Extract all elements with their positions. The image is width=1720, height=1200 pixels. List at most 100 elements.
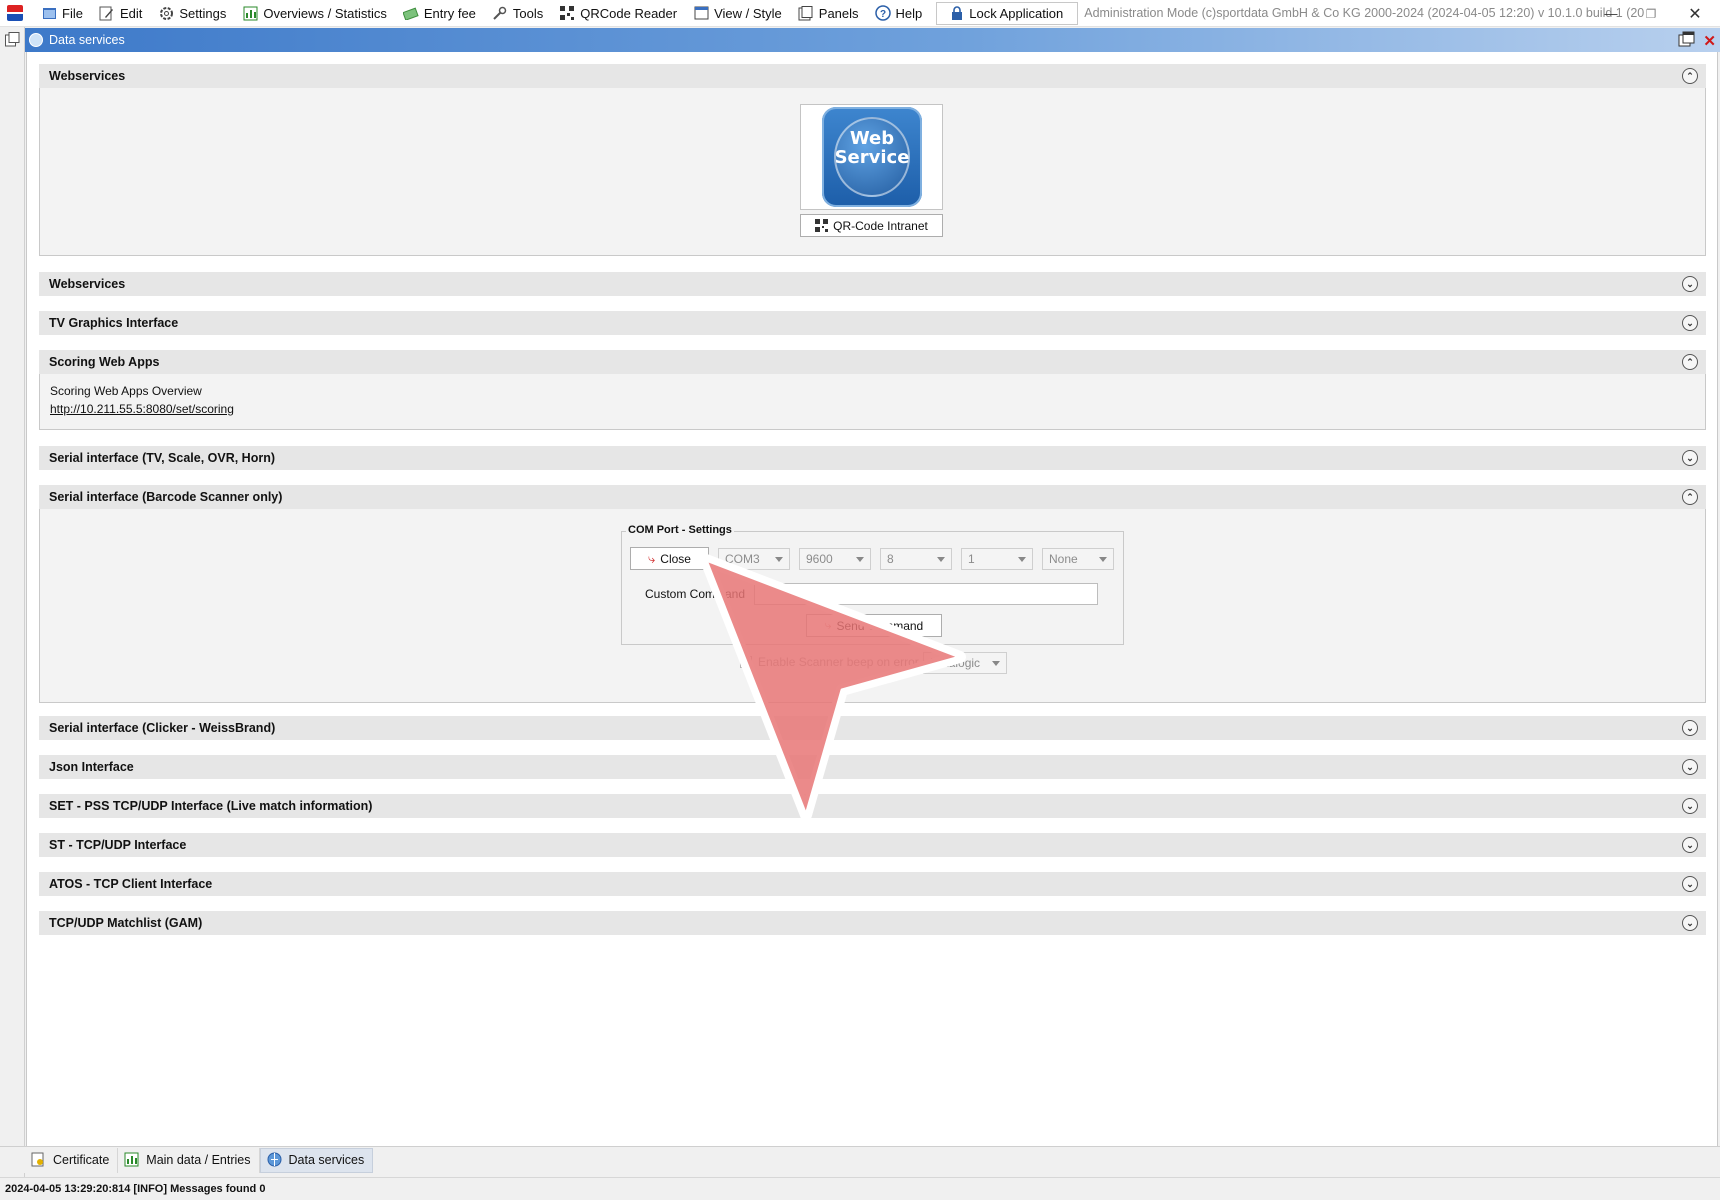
scanner-beep-label: Enable Scanner beep on error <box>758 655 919 669</box>
close-inner-icon[interactable]: ✕ <box>1703 32 1716 50</box>
chevron-down-icon <box>992 661 1000 666</box>
section-title: TV Graphics Interface <box>49 316 179 330</box>
custom-command-input[interactable] <box>754 583 1098 605</box>
statistics-icon <box>242 5 258 21</box>
qrcode-icon <box>559 5 575 21</box>
restore-icon: ❐ <box>1645 6 1657 21</box>
status-text: 2024-04-05 13:29:20:814 [INFO] Messages … <box>5 1183 266 1195</box>
chevron-down-icon <box>1018 557 1026 562</box>
web-service-logo-text: Web Service <box>822 129 922 167</box>
restore-inner-icon[interactable] <box>1678 31 1695 50</box>
data-services-panel: Webservices ⌃ Web Service QR-Code Intran… <box>26 52 1718 1146</box>
section-header[interactable]: SET - PSS TCP/UDP Interface (Live match … <box>39 794 1706 818</box>
section-json-interface: Json Interface ⌄ <box>39 755 1706 779</box>
chevron-down-icon <box>1099 557 1107 562</box>
data-bits-select[interactable]: 8 <box>880 548 952 570</box>
menu-file-label: File <box>62 5 83 21</box>
expand-icon[interactable]: ⌄ <box>1682 759 1698 775</box>
com-port-select[interactable]: COM3 <box>718 548 790 570</box>
collapse-icon[interactable]: ⌃ <box>1682 354 1698 370</box>
section-serial-clicker: Serial interface (Clicker - WeissBrand) … <box>39 716 1706 740</box>
section-set-pss: SET - PSS TCP/UDP Interface (Live match … <box>39 794 1706 818</box>
section-header[interactable]: Webservices ⌄ <box>39 272 1706 296</box>
section-scoring-web-apps: Scoring Web Apps ⌃ Scoring Web Apps Over… <box>39 350 1706 430</box>
view-icon <box>693 5 709 21</box>
menu-panels[interactable]: Panels <box>790 0 867 27</box>
data-services-icon <box>267 1152 283 1168</box>
plug-icon: ⤷ <box>824 618 832 632</box>
stop-bits-select[interactable]: 1 <box>961 548 1033 570</box>
file-icon <box>41 5 57 21</box>
tab-data-services[interactable]: Data services <box>259 1147 374 1173</box>
restore-button[interactable]: ❐ <box>1628 0 1674 27</box>
section-header[interactable]: TV Graphics Interface ⌄ <box>39 311 1706 335</box>
section-header[interactable]: Webservices ⌃ <box>39 64 1706 88</box>
section-header[interactable]: Json Interface ⌄ <box>39 755 1706 779</box>
menu-settings-label: Settings <box>179 5 227 21</box>
baud-rate-value: 9600 <box>806 552 833 566</box>
help-icon: ? <box>874 5 891 21</box>
section-header[interactable]: ST - TCP/UDP Interface ⌄ <box>39 833 1706 857</box>
section-title: Serial interface (Barcode Scanner only) <box>49 490 283 504</box>
lock-application-label: Lock Application <box>969 5 1064 21</box>
parity-select[interactable]: None <box>1042 548 1114 570</box>
send-command-label: Send Command <box>836 618 924 633</box>
menu-entry-fee[interactable]: Entry fee <box>395 0 484 27</box>
section-header[interactable]: Scoring Web Apps ⌃ <box>39 350 1706 374</box>
menu-settings[interactable]: Settings <box>150 0 234 27</box>
lock-icon <box>951 6 963 20</box>
close-window-button[interactable]: ✕ <box>1672 0 1718 27</box>
expand-icon[interactable]: ⌄ <box>1682 915 1698 931</box>
svg-text:?: ? <box>879 9 885 20</box>
menu-panels-label: Panels <box>818 5 859 21</box>
expand-icon[interactable]: ⌄ <box>1682 720 1698 736</box>
qrcode-icon <box>815 219 829 232</box>
webservice-logo-frame[interactable]: Web Service <box>800 104 943 210</box>
chevron-down-icon <box>856 557 864 562</box>
menu-help[interactable]: ? Help <box>867 0 931 27</box>
section-serial-barcode: Serial interface (Barcode Scanner only) … <box>39 485 1706 703</box>
menu-bar: File Edit Settings Overviews / Statistic… <box>0 0 1720 27</box>
tab-main-data[interactable]: Main data / Entries <box>118 1147 260 1173</box>
section-title: SET - PSS TCP/UDP Interface (Live match … <box>49 799 373 813</box>
menu-edit[interactable]: Edit <box>91 0 150 27</box>
collapse-icon[interactable]: ⌃ <box>1682 489 1698 505</box>
section-header[interactable]: ATOS - TCP Client Interface ⌄ <box>39 872 1706 896</box>
menu-tools[interactable]: Tools <box>484 0 551 27</box>
section-title: TCP/UDP Matchlist (GAM) <box>49 916 203 930</box>
baud-rate-select[interactable]: 9600 <box>799 548 871 570</box>
lock-application-button[interactable]: Lock Application <box>936 1 1079 25</box>
section-header[interactable]: Serial interface (Barcode Scanner only) … <box>39 485 1706 509</box>
section-st-tcp: ST - TCP/UDP Interface ⌄ <box>39 833 1706 857</box>
close-port-button[interactable]: ⤷ Close <box>630 547 709 570</box>
scanner-model-select[interactable]: Datalogic <box>923 652 1007 674</box>
menu-overviews[interactable]: Overviews / Statistics <box>234 0 395 27</box>
section-header[interactable]: Serial interface (TV, Scale, OVR, Horn) … <box>39 446 1706 470</box>
expand-icon[interactable]: ⌄ <box>1682 450 1698 466</box>
window-list-icon[interactable] <box>5 32 20 50</box>
scoring-url-link[interactable]: http://10.211.55.5:8080/set/scoring <box>50 402 234 416</box>
section-header[interactable]: TCP/UDP Matchlist (GAM) ⌄ <box>39 911 1706 935</box>
wrench-icon <box>492 5 508 21</box>
expand-icon[interactable]: ⌄ <box>1682 798 1698 814</box>
application-window: File Edit Settings Overviews / Statistic… <box>0 0 1720 1200</box>
chevron-down-icon <box>775 557 783 562</box>
menu-view-style[interactable]: View / Style <box>685 0 790 27</box>
menu-file[interactable]: File <box>33 0 91 27</box>
send-command-button[interactable]: ⤷ Send Command <box>806 614 942 637</box>
menu-qrcode-reader[interactable]: QRCode Reader <box>551 0 685 27</box>
qr-code-intranet-button[interactable]: QR-Code Intranet <box>800 214 943 237</box>
section-title: Webservices <box>49 277 126 291</box>
expand-icon[interactable]: ⌄ <box>1682 276 1698 292</box>
tab-certificate[interactable]: Certificate <box>25 1147 119 1173</box>
scanner-beep-checkbox[interactable] <box>740 656 752 668</box>
section-header[interactable]: Serial interface (Clicker - WeissBrand) … <box>39 716 1706 740</box>
expand-icon[interactable]: ⌄ <box>1682 837 1698 853</box>
admin-mode-text: Administration Mode (c)sportdata GmbH & … <box>1084 6 1645 20</box>
tab-certificate-label: Certificate <box>53 1153 110 1167</box>
chevron-down-icon <box>937 557 945 562</box>
expand-icon[interactable]: ⌄ <box>1682 876 1698 892</box>
collapse-icon[interactable]: ⌃ <box>1682 68 1698 84</box>
expand-icon[interactable]: ⌄ <box>1682 315 1698 331</box>
custom-command-label: Custom Command <box>645 587 746 601</box>
